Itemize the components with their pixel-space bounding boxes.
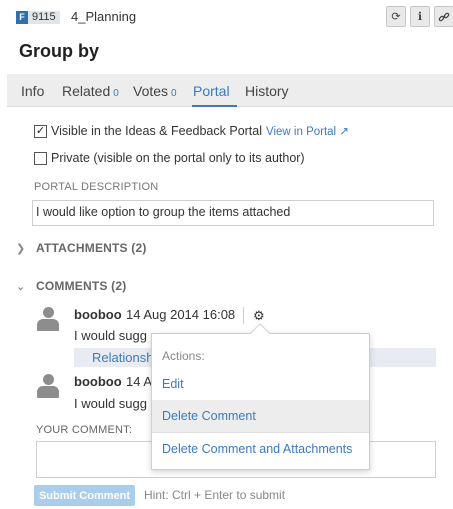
link-icon: [438, 12, 450, 21]
info-button[interactable]: ℹ: [410, 6, 430, 27]
view-in-portal-label: View in Portal: [266, 126, 337, 138]
comment-author: booboo: [74, 374, 122, 389]
actions-menu: Actions: Edit Delete Comment Delete Comm…: [151, 333, 370, 470]
refresh-button[interactable]: ⟳: [386, 6, 406, 27]
active-tab-indicator: [192, 105, 237, 107]
divider: [243, 307, 244, 324]
comments-label: COMMENTS (2): [36, 279, 127, 293]
tab-related[interactable]: Related 0: [62, 83, 119, 99]
visible-in-portal-row: ✓ Visible in the Ideas & Feedback Portal…: [34, 124, 349, 138]
release-name[interactable]: 4_Planning: [71, 9, 136, 24]
attachments-label: ATTACHMENTS (2): [36, 241, 147, 255]
link-button[interactable]: [434, 6, 453, 27]
submit-comment-button[interactable]: Submit Comment: [34, 485, 135, 506]
tab-count: 0: [171, 88, 177, 99]
tab-label: Related: [62, 83, 111, 99]
tab-count: 0: [113, 88, 119, 99]
avatar: [37, 307, 59, 331]
feature-id-number: 9115: [28, 10, 60, 24]
tab-info[interactable]: Info: [21, 83, 44, 99]
tab-bar: Info Related 0 Votes 0 Portal History: [7, 74, 453, 107]
visible-in-portal-label[interactable]: Visible in the Ideas & Feedback Portal: [51, 124, 262, 138]
tab-history[interactable]: History: [245, 83, 289, 99]
external-link-icon: ↗: [339, 126, 349, 138]
comment-date: 14 Aug 2014 16:08: [126, 307, 236, 322]
menu-item-edit[interactable]: Edit: [152, 368, 369, 400]
tab-votes[interactable]: Votes 0: [133, 83, 177, 99]
feature-id-badge[interactable]: F 9115: [16, 10, 60, 24]
comment-author: booboo: [74, 307, 122, 322]
tab-label: History: [245, 83, 289, 99]
your-comment-label: YOUR COMMENT:: [36, 424, 133, 436]
top-bar: F 9115 4_Planning ⟳ ℹ: [0, 0, 453, 34]
refresh-icon: ⟳: [391, 11, 401, 23]
comments-toggle[interactable]: ⌄ COMMENTS (2): [16, 279, 126, 293]
info-icon: ℹ: [417, 11, 423, 23]
chevron-right-icon: ❯: [16, 242, 26, 255]
comment-date: 14 A: [126, 374, 153, 389]
tab-label: Portal: [193, 83, 230, 99]
visible-in-portal-checkbox[interactable]: ✓: [34, 124, 47, 138]
private-row: Private (visible on the portal only to i…: [34, 151, 305, 165]
private-checkbox[interactable]: [34, 151, 47, 165]
tab-label: Votes: [133, 83, 169, 99]
gear-icon[interactable]: ⚙: [253, 308, 265, 324]
private-label[interactable]: Private (visible on the portal only to i…: [51, 151, 305, 165]
actions-menu-title: Actions:: [162, 349, 205, 363]
portal-description-label: PORTAL DESCRIPTION: [34, 181, 159, 193]
comment-text: I would sugg: [74, 396, 147, 411]
tab-label: Info: [21, 83, 45, 99]
portal-description-input[interactable]: I would like option to group the items a…: [32, 200, 434, 226]
comment-text: I would sugg: [74, 328, 147, 343]
menu-item-delete-comment[interactable]: Delete Comment: [152, 400, 369, 432]
chevron-down-icon: ⌄: [16, 280, 26, 293]
avatar: [37, 374, 59, 398]
view-in-portal-link[interactable]: View in Portal ↗: [266, 124, 349, 138]
page-title[interactable]: Group by: [19, 41, 99, 62]
tab-portal[interactable]: Portal: [193, 83, 230, 99]
menu-item-delete-comment-and-attachments[interactable]: Delete Comment and Attachments: [152, 433, 369, 465]
relationship-link[interactable]: Relationsh: [92, 350, 153, 365]
feature-type-badge: F: [16, 10, 28, 24]
attachments-toggle[interactable]: ❯ ATTACHMENTS (2): [16, 241, 147, 255]
submit-hint: Hint: Ctrl + Enter to submit: [144, 488, 286, 502]
